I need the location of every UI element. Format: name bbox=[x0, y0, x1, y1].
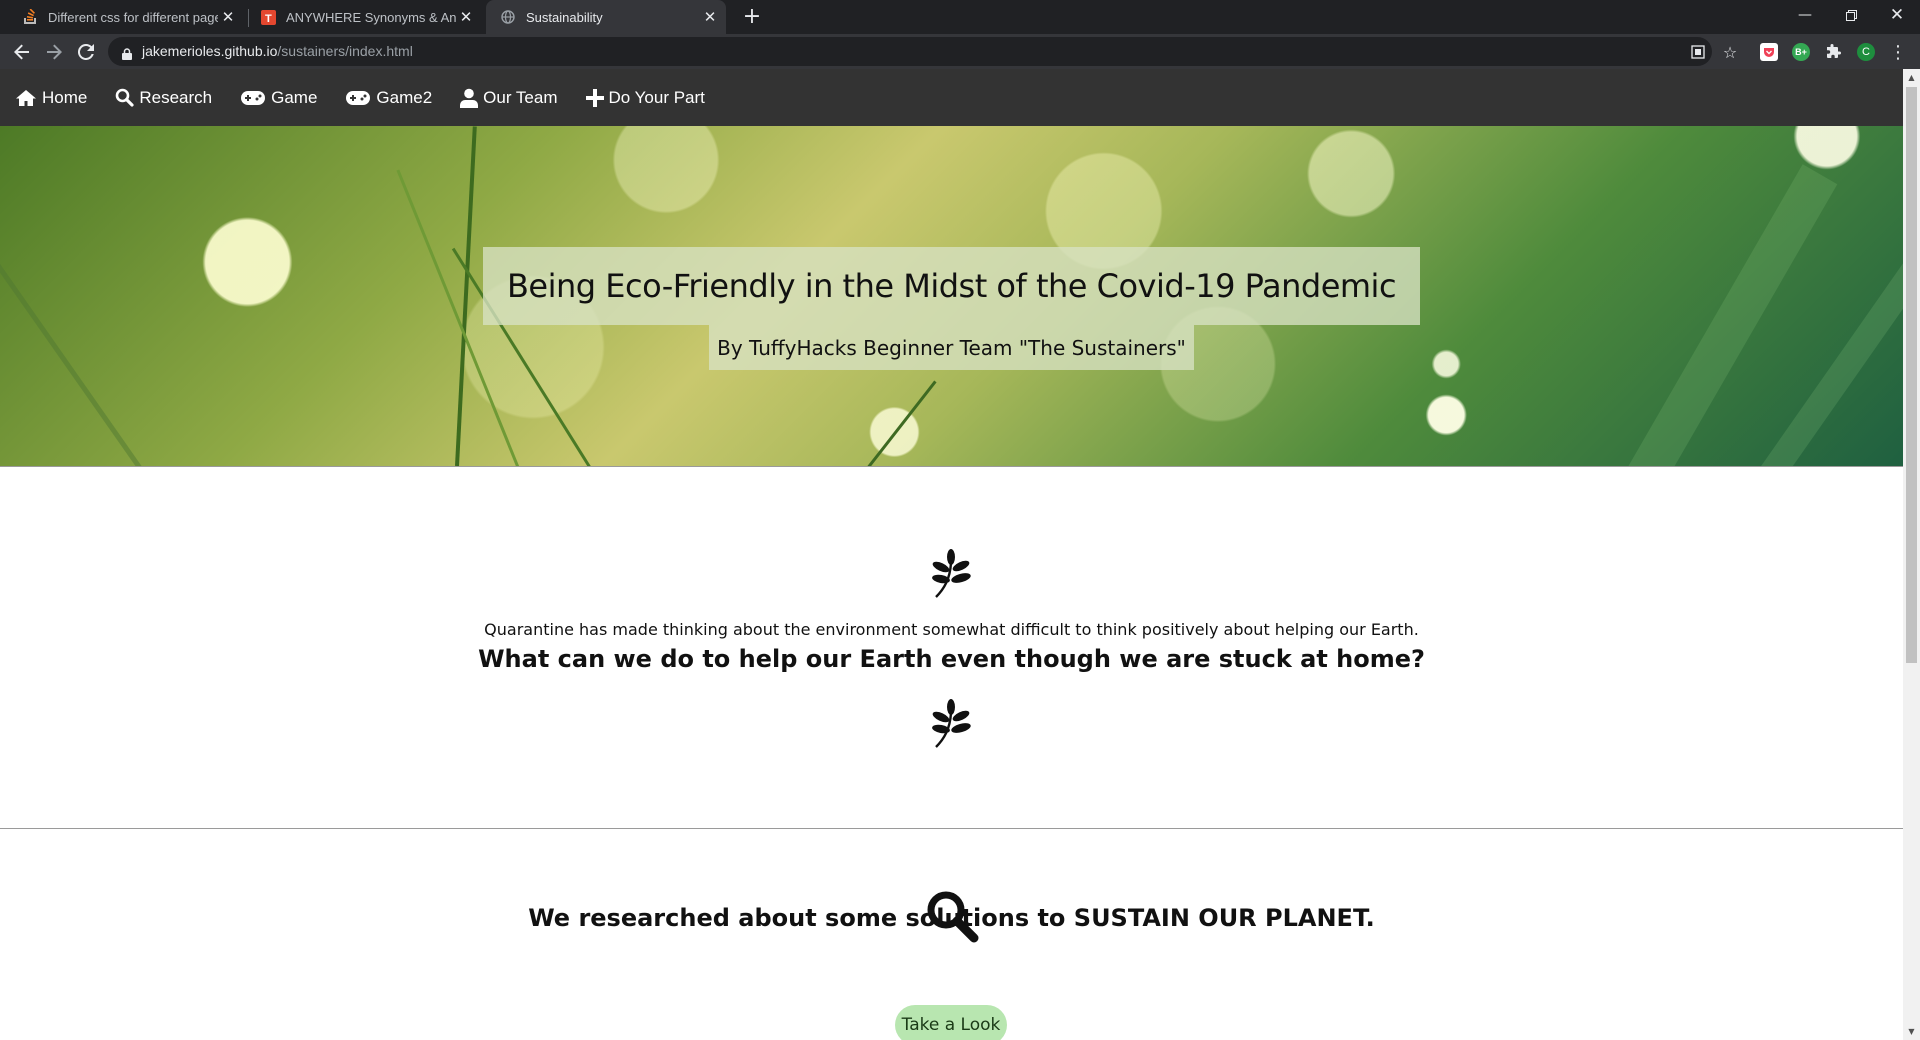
url-path: /sustainers/index.html bbox=[277, 43, 413, 59]
translate-icon[interactable] bbox=[1688, 42, 1708, 62]
url-text: jakemerioles.github.io/sustainers/index.… bbox=[142, 43, 413, 59]
minimize-icon[interactable]: — bbox=[1782, 0, 1828, 30]
tab-title: ANYWHERE Synonyms & Antony bbox=[286, 9, 456, 25]
nav-do-your-part[interactable]: Do Your Part bbox=[571, 69, 718, 126]
gamepad-icon bbox=[241, 90, 266, 105]
grass-blade bbox=[0, 222, 155, 466]
nav-game2[interactable]: Game2 bbox=[330, 69, 445, 126]
nav-label: Game2 bbox=[376, 87, 433, 107]
close-tab-icon[interactable]: ✕ bbox=[456, 8, 476, 26]
gamepad-icon bbox=[346, 90, 371, 105]
scroll-down-arrow-icon[interactable]: ▼ bbox=[1903, 1023, 1920, 1040]
url-host: jakemerioles.github.io bbox=[142, 43, 278, 59]
extensions-puzzle-icon[interactable] bbox=[1820, 38, 1848, 66]
nav-our-team[interactable]: Our Team bbox=[445, 69, 570, 126]
tab-title: Different css for different pages bbox=[48, 9, 218, 25]
thesaurus-favicon-icon: T bbox=[260, 9, 276, 25]
leaf-sprig-icon bbox=[930, 699, 972, 753]
globe-favicon-icon bbox=[500, 9, 516, 25]
new-tab-plus-icon[interactable]: + bbox=[738, 4, 766, 29]
grass-blade bbox=[455, 126, 477, 466]
nav-label: Research bbox=[139, 87, 213, 107]
scrollbar-thumb[interactable] bbox=[1906, 87, 1917, 663]
lock-icon bbox=[122, 45, 132, 64]
intro-text: Quarantine has made thinking about the e… bbox=[484, 620, 1419, 639]
nav-game[interactable]: Game bbox=[225, 69, 330, 126]
browser-tab-strip: Different css for different pages ✕ T AN… bbox=[0, 0, 1920, 34]
nav-research[interactable]: Research bbox=[100, 69, 225, 126]
section-divider bbox=[0, 466, 1903, 467]
restore-icon[interactable] bbox=[1828, 0, 1874, 30]
page-subtitle: By TuffyHacks Beginner Team "The Sustain… bbox=[717, 335, 1186, 360]
nav-label: Game bbox=[271, 87, 318, 107]
nav-label: Our Team bbox=[483, 87, 558, 107]
user-icon bbox=[460, 88, 479, 108]
web-page: Home Research Game Game2 Our Team Do You… bbox=[0, 69, 1903, 1040]
section-divider bbox=[0, 828, 1903, 829]
take-a-look-button[interactable]: Take a Look bbox=[895, 1005, 1007, 1040]
reload-icon[interactable] bbox=[72, 38, 100, 66]
nav-label: Do Your Part bbox=[608, 87, 705, 107]
profile-avatar[interactable]: C bbox=[1857, 43, 1875, 61]
home-icon bbox=[16, 89, 36, 106]
page-scrollbar[interactable]: ▲ ▼ bbox=[1903, 69, 1920, 1040]
grass-blade bbox=[860, 380, 937, 466]
browser-toolbar: jakemerioles.github.io/sustainers/index.… bbox=[0, 34, 1920, 69]
forward-arrow-icon[interactable] bbox=[40, 38, 68, 66]
intro-question: What can we do to help our Earth even th… bbox=[478, 645, 1425, 673]
bookmark-star-icon[interactable]: ☆ bbox=[1720, 42, 1740, 62]
search-icon bbox=[116, 88, 134, 107]
close-window-icon[interactable]: ✕ bbox=[1874, 0, 1920, 30]
browser-tab[interactable]: T ANYWHERE Synonyms & Antony ✕ bbox=[246, 0, 482, 34]
scroll-up-arrow-icon[interactable]: ▲ bbox=[1903, 69, 1920, 86]
hero-title-box: Being Eco-Friendly in the Midst of the C… bbox=[483, 247, 1420, 325]
nav-home[interactable]: Home bbox=[0, 69, 100, 126]
tab-title: Sustainability bbox=[526, 9, 603, 25]
address-bar[interactable]: jakemerioles.github.io/sustainers/index.… bbox=[108, 37, 1737, 66]
svg-text:T: T bbox=[265, 13, 272, 25]
grammar-extension-icon[interactable]: B+ bbox=[1792, 43, 1810, 61]
site-navbar: Home Research Game Game2 Our Team Do You… bbox=[0, 69, 1903, 126]
browser-tab[interactable]: Different css for different pages ✕ bbox=[8, 0, 244, 34]
back-arrow-icon[interactable] bbox=[8, 38, 36, 66]
nav-label: Home bbox=[42, 87, 88, 107]
stackoverflow-favicon-icon bbox=[22, 9, 38, 25]
pocket-extension-icon[interactable] bbox=[1760, 43, 1778, 61]
research-heading: We researched about some solutions to SU… bbox=[528, 904, 1375, 932]
browser-tab-active[interactable]: Sustainability ✕ bbox=[486, 0, 726, 34]
close-tab-icon[interactable]: ✕ bbox=[218, 8, 238, 26]
leaf-sprig-icon bbox=[930, 549, 972, 603]
kebab-menu-icon[interactable]: ⋮ bbox=[1884, 38, 1912, 66]
page-title: Being Eco-Friendly in the Midst of the C… bbox=[506, 267, 1397, 305]
close-tab-icon[interactable]: ✕ bbox=[700, 8, 720, 26]
hero-subtitle-box: By TuffyHacks Beginner Team "The Sustain… bbox=[709, 325, 1194, 370]
plus-icon bbox=[585, 88, 604, 107]
